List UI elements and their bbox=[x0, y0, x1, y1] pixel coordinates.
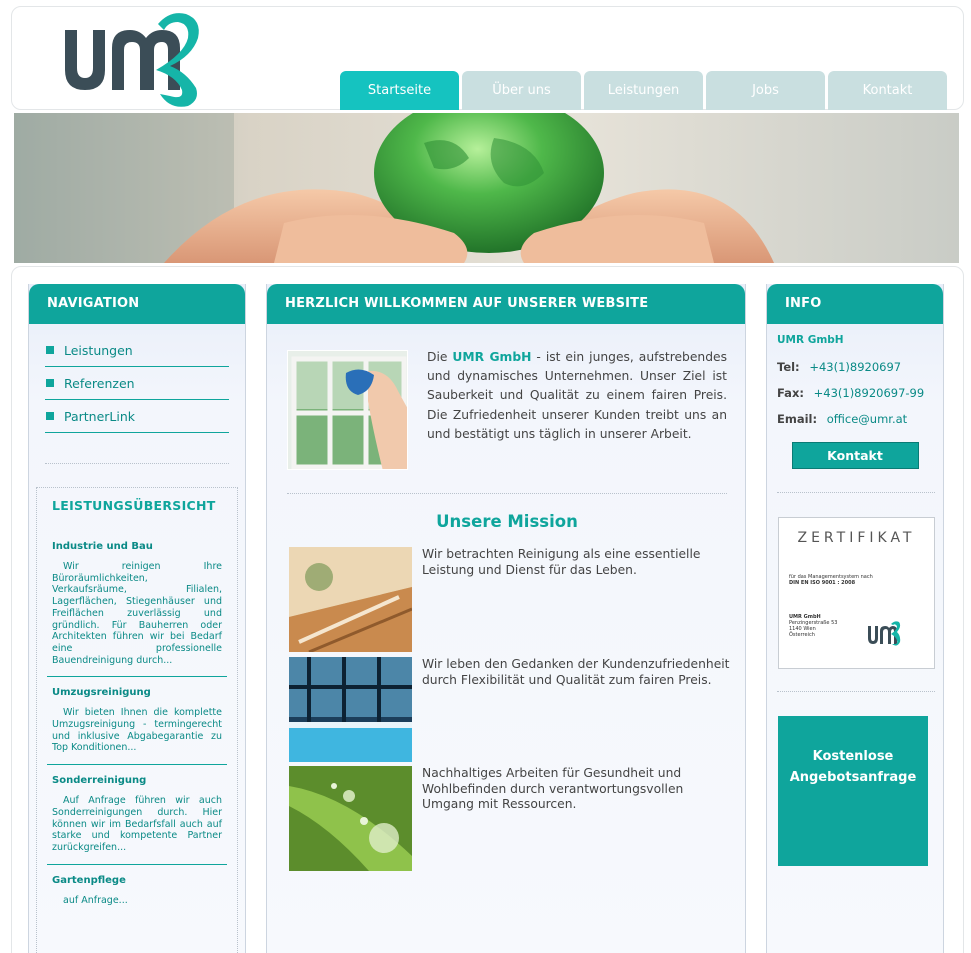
email-label: Email: bbox=[777, 412, 818, 426]
mission-image-hall bbox=[289, 547, 412, 652]
company-name: UMR GmbH bbox=[452, 350, 532, 364]
certificate-title: ZERTIFIKAT bbox=[797, 530, 916, 546]
intro-text: Die UMR GmbH - ist ein junges, aufstrebe… bbox=[427, 348, 727, 444]
fax-value: +43(1)8920697-99 bbox=[813, 386, 925, 400]
info-company: UMR GmbH bbox=[777, 334, 844, 346]
mission-title: Unsere Mission bbox=[436, 512, 578, 531]
tab-jobs[interactable]: Jobs bbox=[706, 71, 825, 110]
sidenav-label: Leistungen bbox=[64, 342, 133, 358]
certificate-country: Österreich bbox=[789, 632, 815, 638]
certificate-badge[interactable]: ZERTIFIKAT für das Managementsystem nach… bbox=[778, 517, 935, 669]
window-cleaning-image bbox=[287, 350, 408, 470]
mission-image-glass bbox=[289, 657, 412, 762]
welcome-heading: HERZLICH WILLKOMMEN AUF UNSERER WEBSITE bbox=[267, 284, 745, 324]
service-item[interactable]: Umzugsreinigung Wir bieten Ihnen die kom… bbox=[47, 687, 227, 766]
divider bbox=[287, 493, 727, 494]
service-text: auf Anfrage... bbox=[63, 894, 128, 906]
bullet-square-icon bbox=[46, 412, 54, 420]
divider bbox=[47, 863, 227, 865]
contact-info: UMR GmbH Tel: +43(1)8920697 Fax: +43(1)8… bbox=[767, 324, 943, 469]
certificate-standard: DIN EN ISO 9001 : 2008 bbox=[789, 580, 856, 586]
services-overview-title: LEISTUNGSÜBERSICHT bbox=[52, 498, 216, 513]
mission-image-leaf bbox=[289, 766, 412, 871]
phone-row: Tel: +43(1)8920697 bbox=[777, 360, 933, 374]
free-quote-button[interactable]: Kostenlose Angebotsanfrage bbox=[778, 716, 928, 866]
divider bbox=[777, 691, 935, 692]
main-nav: Startseite Über uns Leistungen Jobs Kont… bbox=[340, 71, 947, 110]
services-overview: LEISTUNGSÜBERSICHT Industrie und Bau Wir… bbox=[36, 487, 238, 953]
service-text: Wir bieten Ihnen die komplette Umzugsrei… bbox=[52, 707, 222, 754]
tab-kontakt[interactable]: Kontakt bbox=[828, 71, 947, 110]
right-sidebar: INFO UMR GmbH Tel: +43(1)8920697 Fax: +4… bbox=[766, 284, 944, 953]
intro-section: Die UMR GmbH - ist ein junges, aufstrebe… bbox=[287, 350, 727, 470]
email-row: Email: office@umr.at bbox=[777, 412, 933, 426]
service-item[interactable]: Sonderreinigung Auf Anfrage führen wir a… bbox=[47, 775, 227, 865]
phone-label: Tel: bbox=[777, 360, 800, 374]
sidenav-item-partnerlink[interactable]: PartnerLink bbox=[45, 400, 229, 433]
left-sidebar: NAVIGATION Leistungen Referenzen Partner… bbox=[28, 284, 246, 953]
divider bbox=[777, 492, 935, 493]
mission-text: Wir betrachten Reinigung als eine essent… bbox=[422, 547, 701, 577]
mission-text: Wir leben den Gedanken der Kundenzufried… bbox=[422, 657, 730, 687]
sidenav-item-leistungen[interactable]: Leistungen bbox=[45, 334, 229, 367]
service-title[interactable]: Umzugsreinigung bbox=[52, 687, 222, 698]
service-item[interactable]: Industrie und Bau Wir reinigen Ihre Büro… bbox=[47, 541, 227, 678]
divider bbox=[45, 463, 229, 464]
side-nav: Leistungen Referenzen PartnerLink bbox=[29, 324, 245, 464]
intro-prefix: Die bbox=[427, 350, 448, 364]
sidenav-label: Referenzen bbox=[64, 375, 135, 391]
service-title[interactable]: Sonderreinigung bbox=[52, 775, 222, 786]
bullet-square-icon bbox=[46, 379, 54, 387]
tab-ueber-uns[interactable]: Über uns bbox=[462, 71, 581, 110]
service-title[interactable]: Gartenpflege bbox=[52, 875, 222, 886]
free-quote-line1: Kostenlose bbox=[812, 749, 894, 764]
umr-logo[interactable] bbox=[60, 10, 210, 110]
free-quote-line2: Angebotsanfrage bbox=[789, 770, 917, 785]
main-content: HERZLICH WILLKOMMEN AUF UNSERER WEBSITE … bbox=[266, 284, 746, 953]
navigation-heading: NAVIGATION bbox=[29, 284, 245, 324]
bullet-square-icon bbox=[46, 346, 54, 354]
sidenav-label: PartnerLink bbox=[64, 408, 136, 424]
tab-startseite[interactable]: Startseite bbox=[340, 71, 459, 110]
divider bbox=[47, 676, 227, 678]
tab-leistungen[interactable]: Leistungen bbox=[584, 71, 703, 110]
fax-label: Fax: bbox=[777, 386, 804, 400]
mission-text: Nachhaltiges Arbeiten für Gesundheit und… bbox=[422, 766, 684, 811]
hero-banner-image bbox=[14, 113, 959, 263]
phone-value: +43(1)8920697 bbox=[809, 360, 902, 374]
sidenav-item-referenzen[interactable]: Referenzen bbox=[45, 367, 229, 400]
service-text: Wir reinigen Ihre Büroräumlichkeiten, Ve… bbox=[52, 561, 222, 666]
service-title[interactable]: Industrie und Bau bbox=[52, 541, 222, 552]
service-text: Auf Anfrage führen wir auch Sonderreinig… bbox=[52, 795, 222, 853]
umr-mini-logo-icon bbox=[868, 621, 901, 646]
service-item[interactable]: Gartenpflege auf Anfrage... bbox=[47, 875, 227, 907]
kontakt-button[interactable]: Kontakt bbox=[791, 442, 919, 469]
email-link[interactable]: office@umr.at bbox=[827, 412, 907, 426]
fax-row: Fax: +43(1)8920697-99 bbox=[777, 386, 933, 400]
info-heading: INFO bbox=[767, 284, 943, 324]
divider bbox=[47, 764, 227, 766]
